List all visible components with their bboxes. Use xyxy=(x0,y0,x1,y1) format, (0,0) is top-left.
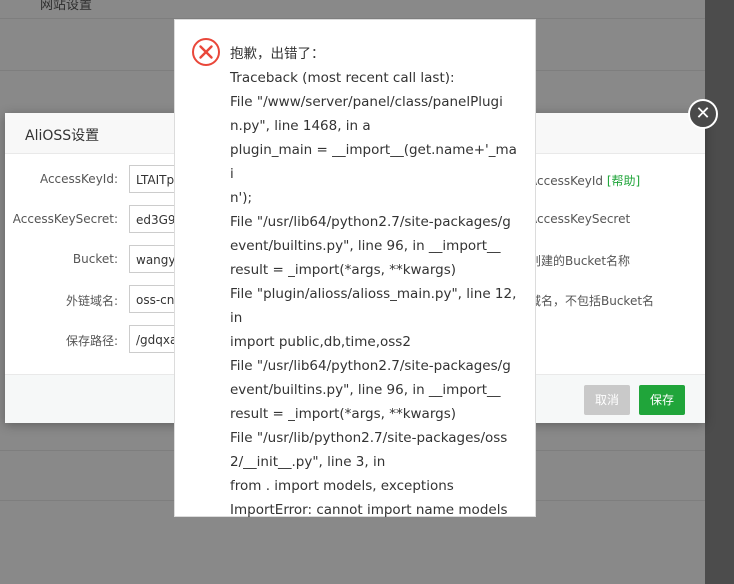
accesskeysecret-label: AccessKeySecret: xyxy=(12,212,118,226)
accesskeyid-hint-text: AccessKeyId xyxy=(529,174,603,188)
path-label: 保存路径: xyxy=(65,334,118,348)
traceback-line: 2/__init__.py", line 3, in xyxy=(230,454,386,470)
error-message: 抱歉，出错了： Traceback (most recent call last… xyxy=(230,42,520,522)
accesskeyid-hint: AccessKeyId [帮助] xyxy=(529,172,640,189)
error-icon xyxy=(192,38,220,66)
domain-hint: 域名，不包括Bucket名 xyxy=(529,294,655,308)
traceback-line: File "/usr/lib/python2.7/site-packages/o… xyxy=(230,430,508,446)
dialog-title: AliOSS设置 xyxy=(25,128,100,144)
traceback-line: n.py", line 1468, in a xyxy=(230,118,371,134)
domain-label: 外链域名: xyxy=(65,294,118,308)
save-button[interactable]: 保存 xyxy=(639,385,685,415)
traceback-line: File "plugin/alioss/alioss_main.py", lin… xyxy=(230,286,517,302)
bucket-hint: 创建的Bucket名称 xyxy=(529,254,631,268)
traceback-line: File "/usr/lib64/python2.7/site-packages… xyxy=(230,214,511,230)
traceback-line: event/builtins.py", line 96, in __import… xyxy=(230,382,501,398)
traceback-line: File "/www/server/panel/class/panelPlugi xyxy=(230,94,503,110)
traceback-line: result = _import(*args, **kwargs) xyxy=(230,406,457,422)
help-link[interactable]: [帮助] xyxy=(607,174,640,188)
traceback-line: n'); xyxy=(230,190,253,206)
traceback-line: result = _import(*args, **kwargs) xyxy=(230,262,457,278)
close-icon[interactable]: ✕ xyxy=(688,99,718,129)
traceback-line: from . import models, exceptions xyxy=(230,478,454,494)
traceback-line: File "/usr/lib64/python2.7/site-packages… xyxy=(230,358,511,374)
error-title: 抱歉，出错了： xyxy=(230,46,325,62)
bucket-label: Bucket: xyxy=(72,252,118,266)
traceback-line: Traceback (most recent call last): xyxy=(230,70,455,86)
error-summary: ImportError: cannot import name models xyxy=(230,502,508,518)
accesskeyid-label: AccessKeyId: xyxy=(39,172,118,186)
traceback-line: event/builtins.py", line 96, in __import… xyxy=(230,238,501,254)
error-dialog: 抱歉，出错了： Traceback (most recent call last… xyxy=(174,19,536,518)
cancel-button[interactable]: 取消 xyxy=(584,385,630,415)
accesskeysecret-hint: AccessKeySecret xyxy=(529,212,631,226)
traceback-line: in xyxy=(230,310,243,326)
traceback-line: plugin_main = __import__(get.name+'_mai xyxy=(230,142,517,182)
traceback-line: import public,db,time,oss2 xyxy=(230,334,411,350)
